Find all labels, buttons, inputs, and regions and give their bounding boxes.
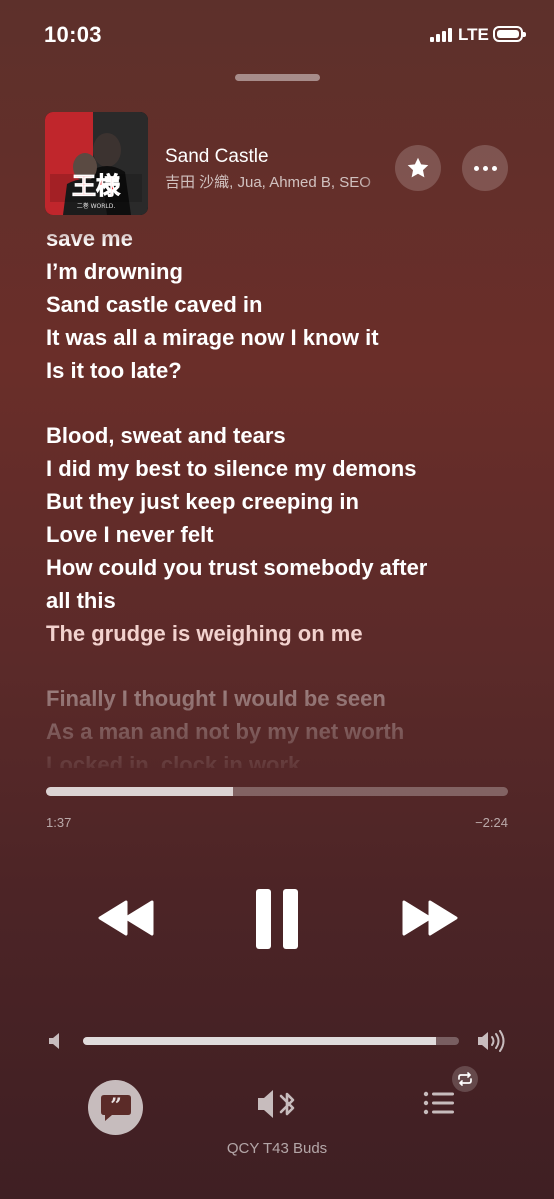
track-artist[interactable]: 吉田 沙織, Jua, Ahmed B, SEO: [165, 171, 393, 192]
repeat-icon: [458, 1072, 472, 1086]
pause-button[interactable]: [255, 888, 299, 955]
playback-progress-fill: [46, 787, 234, 796]
favorite-button[interactable]: [395, 145, 441, 191]
lyric-line[interactable]: As a man and not by my net worth: [46, 715, 516, 748]
lyric-line[interactable]: But they just keep creeping in: [46, 485, 516, 518]
rewind-button[interactable]: [98, 898, 156, 943]
lyric-line[interactable]: Locked in, clock in work: [46, 748, 516, 768]
lyric-line[interactable]: I’m drowning: [46, 255, 516, 288]
volume-low-icon: [48, 1032, 64, 1055]
album-art[interactable]: 王様 二巻 WORLD.: [45, 112, 148, 215]
album-art-image: 王様 二巻 WORLD.: [45, 112, 148, 215]
lyric-line[interactable]: save me: [46, 222, 516, 255]
svg-text:”: ”: [110, 1093, 122, 1117]
svg-text:王様: 王様: [72, 172, 121, 200]
repeat-button[interactable]: [452, 1066, 478, 1092]
more-icon: [473, 165, 497, 171]
elapsed-time: 1:37: [46, 815, 72, 830]
lyric-line[interactable]: all this: [46, 584, 516, 617]
lyrics-list: save me I’m drowning Sand castle caved in I…: [46, 222, 516, 768]
lyric-line[interactable]: How could you trust somebody after: [46, 551, 516, 584]
forward-button[interactable]: [400, 898, 458, 943]
svg-text:二巻 WORLD.: 二巻 WORLD.: [77, 202, 116, 210]
lyric-gap: [46, 650, 516, 682]
lyric-line[interactable]: Finally I thought I would be seen: [46, 682, 516, 715]
cellular-signal-icon: [430, 28, 452, 42]
lyrics-quote-icon: ”: [100, 1093, 131, 1121]
playback-scrubber[interactable]: [46, 787, 508, 796]
lyric-line[interactable]: I did my best to silence my demons: [46, 452, 516, 485]
track-title[interactable]: Sand Castle: [165, 146, 269, 168]
output-device-button[interactable]: [257, 1088, 299, 1125]
lyric-line[interactable]: Blood, sweat and tears: [46, 419, 516, 452]
more-button[interactable]: [462, 145, 508, 191]
sheet-grabber[interactable]: [235, 74, 320, 81]
rewind-icon: [98, 900, 154, 936]
star-icon: [407, 157, 429, 178]
lyric-gap: [46, 387, 516, 419]
pause-icon: [256, 889, 298, 949]
bluetooth-speaker-icon: [258, 1090, 295, 1118]
fast-forward-icon: [402, 900, 458, 936]
volume-slider[interactable]: [83, 1037, 459, 1045]
lyric-line[interactable]: Is it too late?: [46, 354, 516, 387]
lyrics-panel[interactable]: save me I’m drowning Sand castle caved in I…: [46, 222, 516, 768]
remaining-time: −2:24: [475, 815, 508, 830]
queue-button[interactable]: [423, 1090, 455, 1121]
lyric-line[interactable]: It was all a mirage now I know it: [46, 321, 516, 354]
lyric-line[interactable]: Sand castle caved in: [46, 288, 516, 321]
output-device-label: QCY T43 Buds: [226, 1140, 328, 1157]
lyric-line[interactable]: Love I never felt: [46, 518, 516, 551]
battery-icon: [493, 26, 526, 42]
network-type: LTE: [458, 25, 489, 44]
volume-high-icon: [477, 1030, 507, 1057]
lyrics-button[interactable]: ”: [88, 1080, 143, 1135]
status-time: 10:03: [44, 22, 102, 47]
volume-slider-fill: [83, 1037, 437, 1045]
queue-list-icon: [423, 1091, 454, 1115]
lyric-line-current[interactable]: The grudge is weighing on me: [46, 617, 516, 650]
